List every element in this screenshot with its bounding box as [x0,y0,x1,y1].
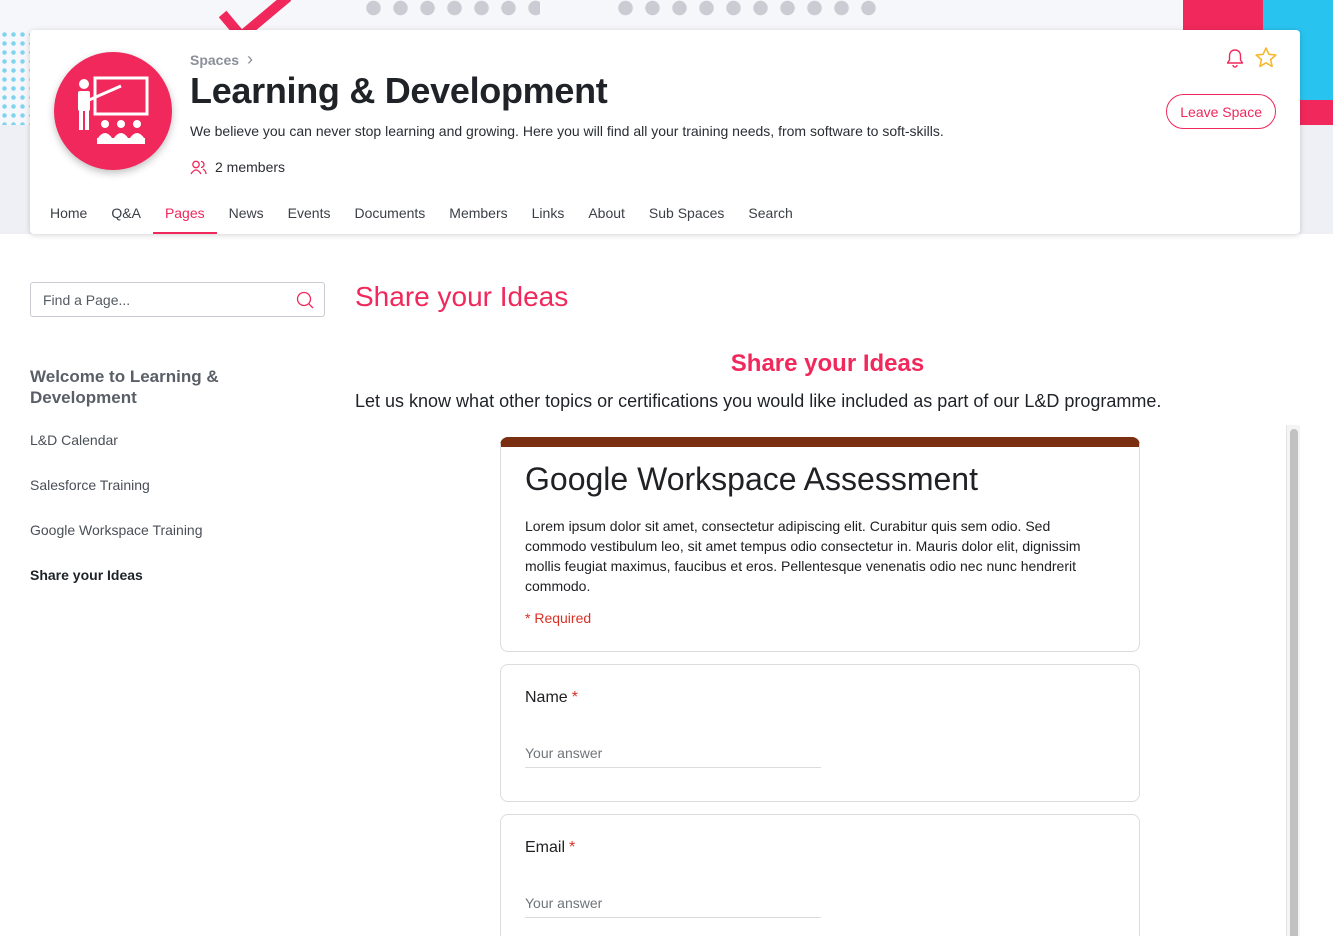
tab-label: Sub Spaces [648,205,725,221]
bell-icon[interactable] [1226,48,1244,68]
pages-nav-item[interactable]: Salesforce Training [30,477,290,522]
tab-label: Q&A [111,205,141,221]
tab-search[interactable]: Search [736,198,804,234]
tab-sub-spaces[interactable]: Sub Spaces [637,198,737,234]
pages-nav-heading[interactable]: Welcome to Learning & Development [30,366,290,408]
members-link[interactable]: 2 members [190,159,285,175]
tab-label: Documents [354,205,426,221]
form-header-card: Google Workspace Assessment Lorem ipsum … [500,437,1140,652]
members-icon [190,160,207,174]
page-title: Share your Ideas [355,281,569,312]
tab-about[interactable]: About [576,198,637,234]
required-star: * [571,689,578,706]
chevron-right-icon: › [247,49,254,69]
tab-label: Pages [164,205,205,221]
page-search-input[interactable] [43,291,283,308]
page-search-box [30,282,325,317]
space-tabs: Home Q&A Pages News Events Documents Mem… [38,198,805,234]
form-title: Google Workspace Assessment [525,461,978,497]
space-header-card: Spaces › Learning & Development We belie… [30,30,1300,234]
tab-events[interactable]: Events [276,198,343,234]
space-description: We believe you can never stop learning a… [190,123,944,139]
banner-grey-dots [612,0,882,30]
tab-label: Search [748,205,793,221]
tab-label: Events [287,205,331,221]
tab-label: Links [531,205,565,221]
leave-space-button[interactable]: Leave Space [1166,94,1276,129]
required-note: * Required [525,610,592,626]
presentation-teacher-icon [78,76,149,144]
form-description: Lorem ipsum dolor sit amet, consectetur … [525,518,1081,594]
pages-nav-item[interactable]: L&D Calendar [30,432,290,477]
name-field[interactable] [525,745,821,768]
breadcrumb-spaces-link[interactable]: Spaces [190,52,239,68]
tab-documents[interactable]: Documents [342,198,437,234]
required-star: * [569,839,576,856]
pages-nav-item[interactable]: Google Workspace Training [30,522,290,567]
scrollbar-thumb[interactable] [1290,429,1298,936]
space-title: Learning & Development [190,70,608,111]
tab-pages[interactable]: Pages [152,198,217,234]
tab-label: News [228,205,264,221]
intro-text: Let us know what other topics or certifi… [355,391,1162,411]
question-label-text: Name [525,689,568,706]
form-scrollbar[interactable] [1286,425,1300,936]
banner-grey-dots [360,0,540,30]
header-actions [1226,46,1278,70]
pages-nav-item-current[interactable]: Share your Ideas [30,567,290,612]
banner-dots [0,30,32,125]
section-heading: Share your Ideas [730,350,925,377]
tab-links[interactable]: Links [520,198,577,234]
tab-members[interactable]: Members [437,198,519,234]
search-icon[interactable] [296,291,314,309]
members-count: 2 members [215,159,286,175]
question-label-text: Email [525,839,566,856]
star-icon[interactable] [1254,46,1278,70]
tab-qa[interactable]: Q&A [99,198,153,234]
email-field[interactable] [525,895,821,918]
tab-label: Home [50,205,88,221]
space-avatar [54,52,172,170]
tab-news[interactable]: News [217,198,276,234]
tab-label: About [588,205,625,221]
pages-nav: Welcome to Learning & Development L&D Ca… [30,366,290,612]
tab-label: Members [449,205,508,221]
question-label: Email * [525,839,1115,857]
question-label: Name * [525,689,1115,707]
breadcrumb: Spaces › [190,49,253,70]
question-card-name: Name * [500,664,1140,802]
embedded-form-frame: Google Workspace Assessment Lorem ipsum … [355,425,1300,936]
question-card-email: Email * [500,814,1140,936]
tab-home[interactable]: Home [38,198,99,234]
